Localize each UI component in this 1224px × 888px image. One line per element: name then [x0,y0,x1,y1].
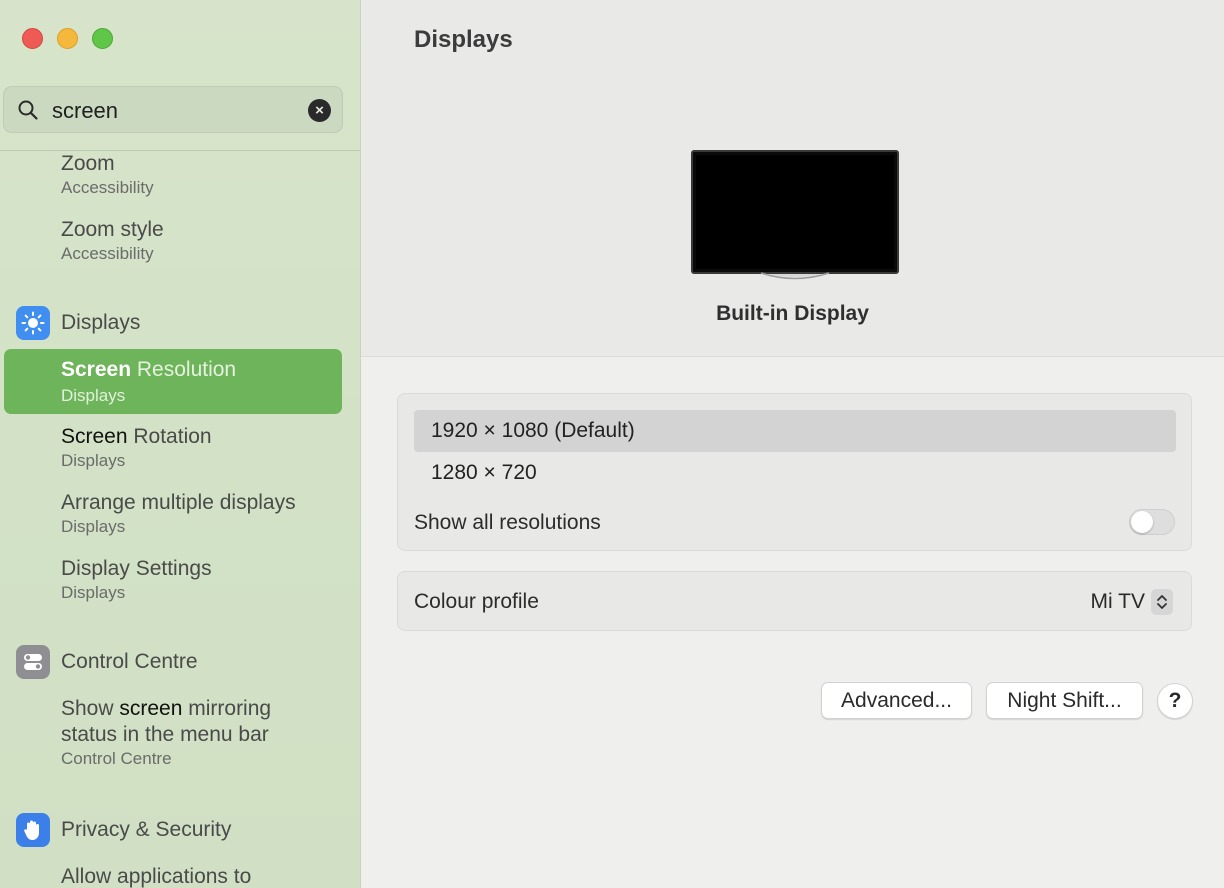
help-button[interactable]: ? [1157,683,1193,719]
result-title: Arrange multiple displays [61,491,296,514]
close-window-button[interactable] [22,28,43,49]
search-field[interactable]: screen × [3,86,343,133]
display-icon[interactable] [691,150,899,280]
clear-search-icon[interactable]: × [308,99,331,122]
night-shift-button[interactable]: Night Shift... [986,682,1143,719]
minimize-window-button[interactable] [57,28,78,49]
advanced-button[interactable]: Advanced... [821,682,972,719]
sidebar-category-displays[interactable]: Displays [16,306,140,340]
sidebar-category-control-centre[interactable]: Control Centre [16,645,198,679]
result-title: Screen Rotation [61,425,212,448]
colour-profile-popup[interactable]: Mi TV [1091,589,1173,615]
display-name: Built-in Display [716,302,869,325]
toggle-knob [1131,511,1153,533]
result-subtitle: Displays [61,517,126,536]
show-all-resolutions-label: Show all resolutions [414,511,601,534]
window-controls [22,28,113,49]
result-title: Display Settings [61,557,212,580]
sidebar-result-arrange-displays[interactable]: Arrange multiple displays Displays [61,490,296,538]
search-icon [18,100,38,120]
control-centre-icon [16,645,50,679]
category-label: Privacy & Security [61,818,232,841]
category-label: Displays [61,311,141,334]
result-subtitle: Displays [61,583,126,602]
display-header: Displays Built-in Display [361,0,1224,357]
sidebar-result-zoom-style[interactable]: Zoom style Accessibility [61,217,164,265]
sidebar-result-screen-resolution[interactable]: Screen Resolution Displays [4,349,342,414]
resolution-option[interactable]: 1280 × 720 [414,452,1176,494]
sidebar-result-allow-applications[interactable]: Allow applications to [61,864,251,888]
colour-profile-label: Colour profile [414,590,539,613]
colour-profile-panel: Colour profile Mi TV [397,571,1192,631]
result-title: Show screen mirroring [61,697,272,720]
result-title: Allow applications to [61,865,252,888]
result-title: Screen Resolution [61,358,237,381]
page-title: Displays [414,26,513,53]
sidebar-result-display-settings[interactable]: Display Settings Displays [61,556,212,604]
sidebar-divider [0,150,360,151]
sidebar: screen × Zoom Accessibility Zoom style A… [0,0,361,888]
category-label: Control Centre [61,650,198,673]
resolution-option-default[interactable]: 1920 × 1080 (Default) [414,410,1176,452]
result-subtitle: Displays [61,386,126,405]
zoom-window-button[interactable] [92,28,113,49]
sidebar-category-privacy-security[interactable]: Privacy & Security [16,813,231,847]
sidebar-result-screen-rotation[interactable]: Screen Rotation Displays [61,424,212,472]
hand-icon [16,813,50,847]
resolution-panel: 1920 × 1080 (Default) 1280 × 720 Show al… [397,393,1192,551]
result-subtitle: Accessibility [61,244,154,263]
search-input[interactable]: screen [52,98,118,124]
result-title: Zoom style [61,218,164,241]
result-subtitle: Control Centre [61,749,172,768]
chevron-up-down-icon [1151,589,1173,615]
sun-icon [16,306,50,340]
show-all-resolutions-toggle[interactable] [1129,509,1175,535]
sidebar-result-screen-mirroring[interactable]: Show screen mirroring status in the menu… [61,696,271,770]
result-title: Zoom [61,152,115,175]
system-settings-window: screen × Zoom Accessibility Zoom style A… [0,0,1224,888]
result-title-line2: status in the menu bar [61,723,269,746]
sidebar-result-zoom[interactable]: Zoom Accessibility [61,151,154,199]
result-subtitle: Accessibility [61,178,154,197]
colour-profile-value: Mi TV [1090,590,1145,613]
result-subtitle: Displays [61,451,126,470]
